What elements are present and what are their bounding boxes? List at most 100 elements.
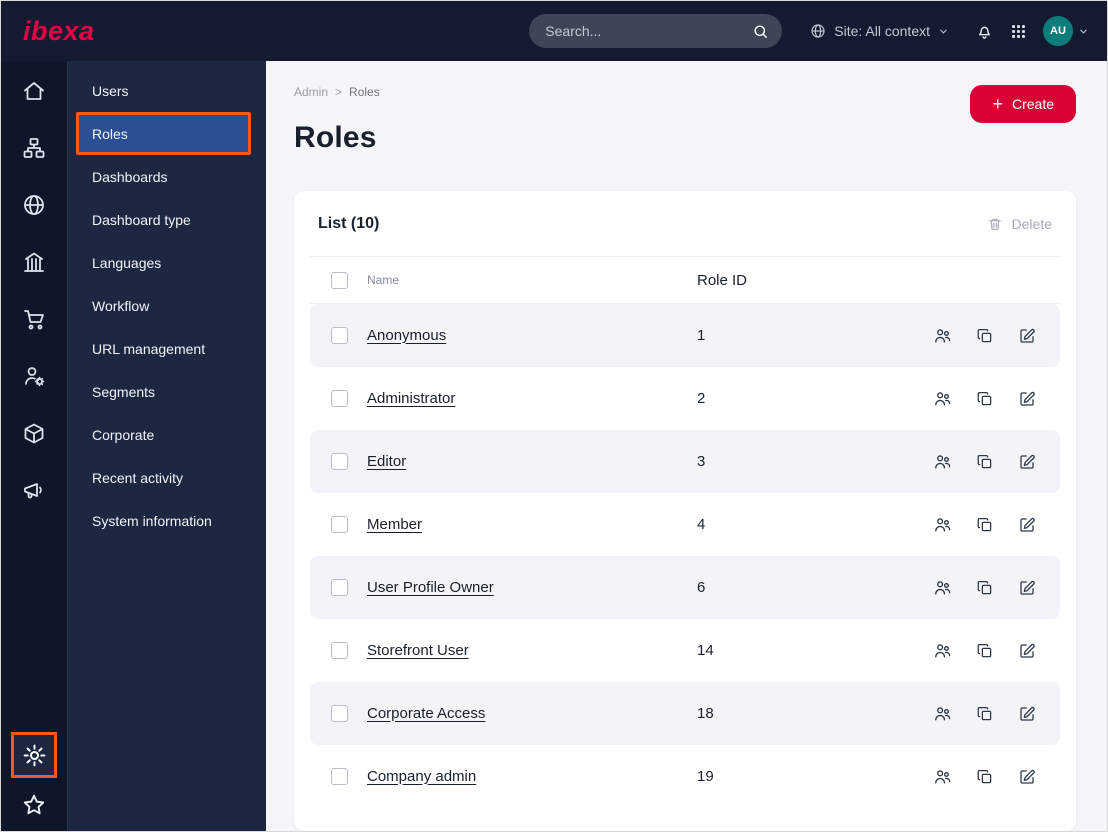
- row-checkbox[interactable]: [331, 516, 348, 533]
- row-checkbox[interactable]: [331, 768, 348, 785]
- sidebar-item[interactable]: Corporate: [68, 413, 266, 456]
- row-checkbox[interactable]: [331, 579, 348, 596]
- edit-icon[interactable]: [1018, 705, 1036, 723]
- user-menu[interactable]: AU: [1043, 16, 1089, 46]
- search-icon[interactable]: [752, 23, 769, 40]
- edit-icon[interactable]: [1018, 327, 1036, 345]
- copy-icon[interactable]: [976, 516, 994, 534]
- edit-icon[interactable]: [1018, 390, 1036, 408]
- row-actions: [933, 326, 1036, 345]
- customer-settings-icon[interactable]: [14, 356, 54, 396]
- sidebar-item-label: Segments: [92, 383, 156, 400]
- edit-icon[interactable]: [1018, 768, 1036, 786]
- home-icon[interactable]: [14, 71, 54, 111]
- cart-icon[interactable]: [14, 299, 54, 339]
- copy-icon[interactable]: [976, 579, 994, 597]
- sidebar-item[interactable]: URL management: [68, 327, 266, 370]
- row-checkbox[interactable]: [331, 705, 348, 722]
- sidebar-item[interactable]: Languages: [68, 241, 266, 284]
- assign-users-icon[interactable]: [933, 704, 952, 723]
- role-id-value: 18: [697, 705, 714, 722]
- row-checkbox[interactable]: [331, 390, 348, 407]
- breadcrumb-separator: >: [335, 85, 343, 99]
- sidebar-item[interactable]: System information: [68, 499, 266, 542]
- role-name-link[interactable]: Company admin: [367, 768, 476, 785]
- avatar[interactable]: AU: [1043, 16, 1073, 46]
- apps-grid-icon[interactable]: [1010, 23, 1027, 40]
- sidebar-item-label: System information: [92, 512, 212, 529]
- table-row: Editor 3: [310, 430, 1060, 493]
- site-context-selector[interactable]: Site: All context: [810, 23, 949, 39]
- ibexa-logo[interactable]: ibexa: [23, 16, 95, 47]
- create-button[interactable]: + Create: [970, 85, 1076, 123]
- star-icon[interactable]: [21, 792, 47, 823]
- topbar: ibexa Site: All context: [1, 1, 1107, 61]
- search-input[interactable]: [529, 23, 753, 39]
- copy-icon[interactable]: [976, 327, 994, 345]
- copy-icon[interactable]: [976, 705, 994, 723]
- row-actions: [933, 389, 1036, 408]
- assign-users-icon[interactable]: [933, 389, 952, 408]
- notifications-bell-icon[interactable]: [975, 22, 994, 41]
- package-icon[interactable]: [14, 413, 54, 453]
- sidebar-item[interactable]: Dashboard type: [68, 198, 266, 241]
- copy-icon[interactable]: [976, 390, 994, 408]
- role-name-link[interactable]: Administrator: [367, 390, 455, 407]
- list-title: List (10): [318, 214, 380, 232]
- globe-icon[interactable]: [14, 185, 54, 225]
- site-structure-icon[interactable]: [14, 128, 54, 168]
- app-window: ibexa Site: All context: [0, 0, 1108, 832]
- table-header: Name Role ID: [310, 257, 1060, 304]
- role-name-link[interactable]: Anonymous: [367, 327, 446, 344]
- select-all-checkbox[interactable]: [331, 271, 348, 289]
- column-header-name: Name: [367, 273, 400, 287]
- role-name-link[interactable]: User Profile Owner: [367, 579, 494, 596]
- assign-users-icon[interactable]: [933, 641, 952, 660]
- table-row: Anonymous 1: [310, 304, 1060, 367]
- table-row: User Profile Owner 6: [310, 556, 1060, 619]
- breadcrumb-item-roles[interactable]: Roles: [349, 85, 380, 99]
- role-id-value: 4: [697, 516, 706, 533]
- assign-users-icon[interactable]: [933, 515, 952, 534]
- sidebar-item[interactable]: Dashboards: [68, 155, 266, 198]
- copy-icon[interactable]: [976, 453, 994, 471]
- row-actions: [933, 704, 1036, 723]
- sidebar-item-label: URL management: [92, 340, 206, 357]
- role-name-link[interactable]: Corporate Access: [367, 705, 485, 722]
- role-name-link[interactable]: Editor: [367, 453, 406, 470]
- rail-bottom: [11, 732, 57, 823]
- row-actions: [933, 578, 1036, 597]
- site-context-label: Site: All context: [834, 23, 930, 39]
- edit-icon[interactable]: [1018, 579, 1036, 597]
- delete-button[interactable]: Delete: [987, 216, 1052, 232]
- sidebar-item[interactable]: Segments: [68, 370, 266, 413]
- row-checkbox[interactable]: [331, 453, 348, 470]
- building-icon[interactable]: [14, 242, 54, 282]
- assign-users-icon[interactable]: [933, 578, 952, 597]
- assign-users-icon[interactable]: [933, 452, 952, 471]
- sidebar-item[interactable]: Roles: [76, 112, 251, 155]
- sidebar-item[interactable]: Recent activity: [68, 456, 266, 499]
- megaphone-icon[interactable]: [14, 470, 54, 510]
- role-id-value: 6: [697, 579, 706, 596]
- row-checkbox[interactable]: [331, 327, 348, 344]
- table-row: Member 4: [310, 493, 1060, 556]
- copy-icon[interactable]: [976, 768, 994, 786]
- role-name-link[interactable]: Member: [367, 516, 422, 533]
- assign-users-icon[interactable]: [933, 326, 952, 345]
- global-search[interactable]: [529, 14, 783, 48]
- breadcrumb-item-admin[interactable]: Admin: [294, 85, 328, 99]
- page-title: Roles: [294, 121, 377, 154]
- edit-icon[interactable]: [1018, 642, 1036, 660]
- sidebar-item[interactable]: Users: [68, 69, 266, 112]
- sidebar-item[interactable]: Workflow: [68, 284, 266, 327]
- settings-gear-icon[interactable]: [11, 732, 57, 778]
- sidebar-item-label: Dashboards: [92, 168, 168, 185]
- copy-icon[interactable]: [976, 642, 994, 660]
- create-button-label: Create: [1011, 96, 1054, 112]
- role-name-link[interactable]: Storefront User: [367, 642, 469, 659]
- assign-users-icon[interactable]: [933, 767, 952, 786]
- row-checkbox[interactable]: [331, 642, 348, 659]
- edit-icon[interactable]: [1018, 516, 1036, 534]
- edit-icon[interactable]: [1018, 453, 1036, 471]
